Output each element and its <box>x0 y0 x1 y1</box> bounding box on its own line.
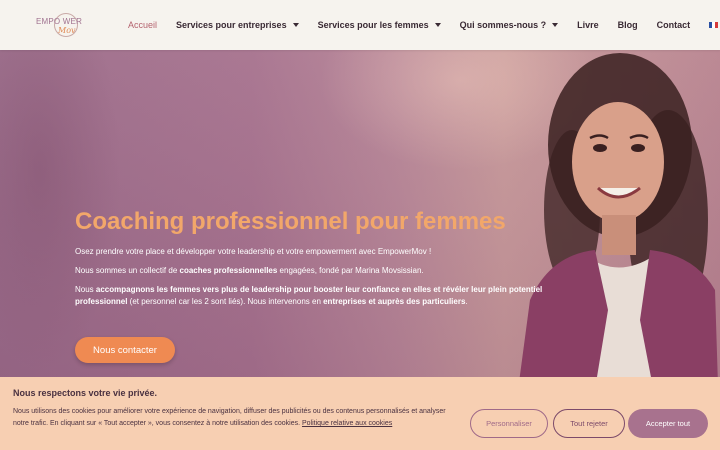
menu-item-services-femmes[interactable]: Services pour les femmes <box>318 20 441 30</box>
menu-item-label: Accueil <box>128 20 158 30</box>
menu-item-services-entreprises[interactable]: Services pour entreprises <box>176 20 299 30</box>
hero-title: Coaching professionnel pour femmes <box>75 208 506 235</box>
hero-text-bold: coaches professionnelles <box>179 266 278 275</box>
logo-script: Mov <box>58 26 76 35</box>
menu-item-label: Contact <box>656 20 691 30</box>
logo-text: EMPO WER <box>36 17 83 26</box>
chevron-down-icon <box>434 23 441 27</box>
chevron-down-icon <box>292 23 299 27</box>
language-switcher[interactable] <box>709 22 720 28</box>
cookie-text: Nous utilisons des cookies pour améliore… <box>13 406 463 430</box>
hero-text: Nous sommes un collectif de <box>75 266 180 275</box>
menu-item-livre[interactable]: Livre <box>577 20 599 30</box>
menu-item-qui-sommes-nous[interactable]: Qui sommes-nous ? <box>460 20 559 30</box>
menu-item-blog[interactable]: Blog <box>618 20 638 30</box>
hero-text: . <box>465 297 468 306</box>
hero-paragraph-1: Osez prendre votre place et développer v… <box>75 247 432 256</box>
customize-button[interactable]: Personnaliser <box>470 409 548 438</box>
accept-all-button[interactable]: Accepter tout <box>628 409 708 438</box>
menu-item-contact[interactable]: Contact <box>657 20 691 30</box>
menu-item-label: Services pour entreprises <box>176 20 287 30</box>
hero-paragraph-2: Nous sommes un collectif de coaches prof… <box>75 265 545 277</box>
menu-item-label: Blog <box>617 20 638 30</box>
hero-text-bold: entreprises et auprès des particuliers <box>323 297 466 306</box>
main-menu: Accueil Services pour entreprises Servic… <box>128 0 720 50</box>
menu-item-label: Qui sommes-nous ? <box>459 20 547 30</box>
contact-button[interactable]: Nous contacter <box>75 337 175 363</box>
hero-text: Nous <box>75 285 96 294</box>
menu-item-label: Livre <box>577 20 599 30</box>
reject-all-button[interactable]: Tout rejeter <box>553 409 625 438</box>
cookie-title: Nous respectons votre vie privée. <box>13 388 158 398</box>
menu-item-label: Services pour les femmes <box>317 20 429 30</box>
french-flag-icon <box>709 22 719 28</box>
chevron-down-icon <box>552 23 559 27</box>
hero-paragraph-3: Nous accompagnons les femmes vers plus d… <box>75 284 545 308</box>
menu-item-accueil[interactable]: Accueil <box>128 20 157 30</box>
cookie-banner: Nous respectons votre vie privée. Nous u… <box>0 377 720 450</box>
cookie-policy-link[interactable]: Politique relative aux cookies <box>302 420 392 427</box>
site-header: EMPO WER Mov Accueil Services pour entre… <box>0 0 720 50</box>
logo[interactable]: EMPO WER Mov <box>36 10 84 40</box>
hero-text: engagées, fondé par Marina Movsissian. <box>277 266 424 275</box>
hero-text: (et personnel car les 2 sont liés). Nous… <box>127 297 324 306</box>
